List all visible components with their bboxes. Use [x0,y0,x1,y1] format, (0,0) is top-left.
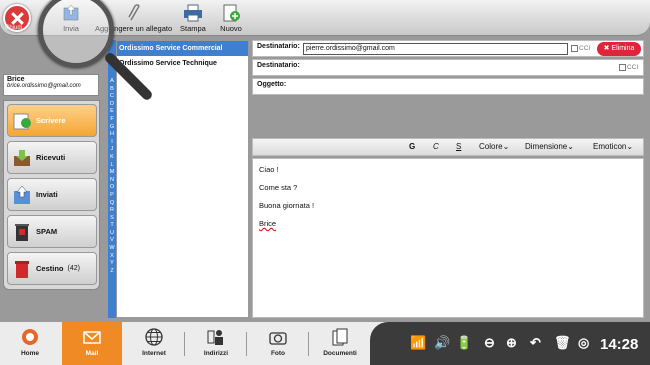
close-label: Chiudi [5,25,23,31]
emoticon-dropdown[interactable]: Emoticon⌄ [593,142,633,151]
subject-label: Oggetto: [257,81,287,88]
clock: 14:28 [600,336,639,353]
folder-label: Ricevuti [36,153,66,162]
folder-sent[interactable]: Inviati [7,178,97,211]
printer-icon [183,4,202,22]
trash-tray-icon[interactable]: 🗑 [554,335,571,351]
task-photos[interactable]: Foto [248,322,308,365]
recipient2-row: Destinatario: CCI [252,59,644,76]
print-label: Stampa [180,24,206,33]
folder-label: Inviati [36,190,58,199]
underline-button[interactable]: S [456,142,461,151]
inbox-icon [14,149,30,166]
task-internet[interactable]: Internet [124,322,184,365]
alphabet-index[interactable]: A B C D E F G H I J K L M N O P Q R S T … [108,40,116,318]
bcc2-checkbox[interactable]: CCI [619,64,638,71]
task-home[interactable]: Home [0,322,60,365]
pencil-icon [13,113,31,129]
help-icon[interactable]: ◎ [578,335,589,351]
size-dropdown[interactable]: Dimensione⌄ [525,142,574,151]
undo-icon[interactable]: ↶ [530,335,541,351]
camera-icon [269,332,287,345]
user-info: Brice brice.ordissimo@gmail.com [3,74,99,96]
volume-icon[interactable]: 🔊 [434,335,450,351]
format-toolbar: G C S Colore⌄ Dimensione⌄ Emoticon⌄ [252,138,644,156]
trash-count: (42) [67,265,80,272]
recipient2-label: Destinatario: [257,62,300,69]
folder-spam[interactable]: SPAM [7,215,97,248]
folder-label: Cestino [36,264,64,273]
body-line: Buona giornata ! [259,201,315,210]
mail-icon [83,331,101,344]
taskbar: Home Mail Internet Indirizzi Foto Docume… [0,322,650,365]
home-icon [22,329,38,345]
zoom-out-icon[interactable]: ⊖ [484,335,495,351]
italic-button[interactable]: C [433,142,439,151]
folder-label: Scrivere [36,116,66,125]
paperclip-icon [127,4,140,21]
delete-recipient-button[interactable]: ✖ Elimina [597,42,641,56]
body-line: Come sta ? [259,183,298,192]
bcc-checkbox[interactable]: CCI [571,45,590,52]
recipient-row: Destinatario: pierre.ordissimo@gmail.com… [252,40,644,57]
documents-icon [332,328,348,346]
color-dropdown[interactable]: Colore⌄ [479,142,509,151]
user-email: brice.ordissimo@gmail.com [7,83,81,89]
user-name: Brice [7,76,25,83]
new-document-icon [223,4,240,22]
folder-write[interactable]: Scrivere [7,104,97,137]
folder-label: SPAM [36,227,58,236]
message-body[interactable]: Ciao ! Come sta ? Buona giornata ! Brice [252,158,644,318]
recipient-label: Destinatario: [257,43,300,50]
contact-item[interactable]: Ordissimo Service Technique [117,56,248,71]
new-label: Nuovo [220,24,242,33]
body-line: Ciao ! [259,165,279,174]
task-documents[interactable]: Documenti [310,322,370,365]
task-addresses[interactable]: Indirizzi [186,322,246,365]
spam-trash-icon [15,223,29,241]
subject-row[interactable]: Oggetto: [252,78,644,95]
wifi-icon[interactable]: 📶 [410,335,426,351]
contacts-icon [207,330,223,345]
new-button[interactable]: Nuovo [220,4,242,33]
folder-received[interactable]: Ricevuti [7,141,97,174]
folder-list: Scrivere Ricevuti Inviati SPAM Cestino (… [3,100,100,290]
compose-panel: Destinatario: pierre.ordissimo@gmail.com… [252,40,644,318]
recipient-input[interactable]: pierre.ordissimo@gmail.com [303,43,568,55]
battery-icon: 🔋 [456,335,473,350]
print-button[interactable]: Stampa [180,4,206,33]
bold-button[interactable]: G [409,142,415,151]
sent-icon [14,185,30,204]
trash-icon [15,260,29,278]
contact-item[interactable]: Ordissimo Service Commercial [117,41,248,56]
magnifier-overlay [38,0,114,68]
folder-trash[interactable]: Cestino (42) [7,252,97,285]
globe-icon [145,328,163,346]
body-line: Brice [259,219,277,228]
task-mail[interactable]: Mail [62,322,122,365]
zoom-in-icon[interactable]: ⊕ [506,335,517,351]
